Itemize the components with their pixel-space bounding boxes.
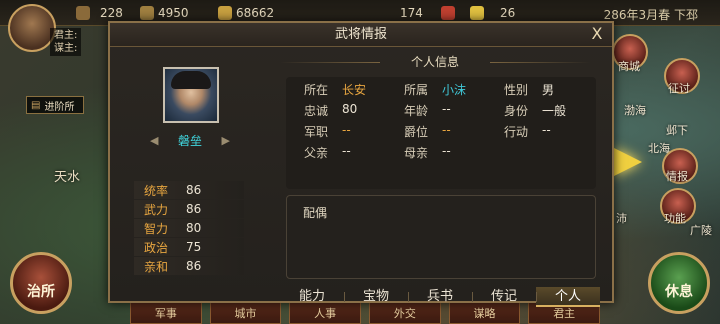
info-row: 忠诚 80 年龄 -- 身份 一般: [304, 102, 567, 118]
token-icon: [470, 6, 484, 20]
stat-row: 智力 80: [134, 219, 244, 237]
general-summary: ◀ 磐垒 ▶ 统率 86 武力 86 智力 80 政治 75 亲和 86: [110, 49, 270, 303]
mother-value: --: [442, 144, 451, 158]
food-icon: [140, 6, 154, 20]
gold-counter: 68662: [218, 4, 274, 22]
lord-info: 君主: 谋主:: [50, 28, 82, 56]
menu-military[interactable]: 军事: [130, 302, 202, 324]
map-region-guangling: 广陵: [690, 224, 712, 237]
general-info-dialog: 武将情报 X ◀ 磐垒 ▶ 统率 86 武力 86 智力 80 政治 75 亲和…: [108, 21, 614, 307]
tab-biography[interactable]: 传记: [472, 287, 536, 307]
menu-city[interactable]: 城市: [209, 302, 282, 324]
map-region-bohai: 渤海: [624, 104, 646, 117]
map-region-yexia: 邺下: [666, 124, 688, 137]
location-value: 长安: [342, 83, 367, 97]
age-value: --: [442, 102, 451, 116]
ingot-counter: 174: [400, 4, 455, 22]
stat-row: 武力 86: [134, 200, 244, 218]
campaign-label: 征讨: [668, 82, 690, 95]
general-portrait: [163, 67, 219, 123]
function-label: 功能: [664, 212, 686, 225]
general-name: 磐垒: [177, 133, 202, 148]
token-counter: 26: [470, 4, 515, 22]
intel-label: 情报: [666, 170, 688, 183]
chevron-right-icon[interactable]: ▶: [222, 134, 230, 147]
rank-value: --: [442, 123, 451, 137]
close-button[interactable]: X: [588, 25, 606, 43]
general-name-row: ◀ 磐垒 ▶: [150, 131, 230, 149]
father-value: --: [342, 144, 351, 158]
info-row: 所在 长安 所属 小沫 性别男: [304, 83, 555, 97]
lord-avatar[interactable]: [8, 4, 56, 52]
advance-hall-button[interactable]: ▤ 进阶所: [26, 96, 84, 114]
ingot-icon[interactable]: [440, 6, 455, 20]
city-tianshui[interactable]: 天水: [54, 166, 80, 185]
stats-list: 统率 86 武力 86 智力 80 政治 75 亲和 86: [134, 181, 244, 276]
game-date: 286年3月春 下邳: [603, 8, 698, 22]
guide-arrow-icon: [614, 148, 642, 176]
faction-value: 小沫: [442, 83, 467, 97]
governance-button[interactable]: 治所: [10, 252, 72, 314]
info-row: 父亲 -- 母亲 --: [304, 144, 451, 160]
detail-tabs: 能力 宝物 兵书 传记 个人: [280, 287, 600, 307]
troops-icon: [76, 6, 90, 20]
action-value: --: [542, 123, 551, 137]
tab-treasure[interactable]: 宝物: [344, 287, 408, 307]
troops-counter: 228: [76, 4, 123, 22]
personal-info-grid: 所在 长安 所属 小沫 性别男 忠诚 80 年龄 -- 身份 一般 军职 -- 爵位 -- 行…: [304, 79, 604, 163]
status-value: 一般: [542, 104, 567, 118]
military-post-value: --: [342, 123, 351, 137]
dialog-title: 武将情报: [110, 23, 612, 47]
shop-label: 商城: [618, 60, 640, 73]
tab-ability[interactable]: 能力: [280, 287, 344, 307]
gold-icon: [218, 6, 232, 20]
general-detail-panel: 个人信息 所在 长安 所属 小沫 性别男 忠诚 80 年龄 -- 身份 一般 军职 -- 爵…: [270, 49, 600, 307]
tab-personal[interactable]: 个人: [536, 287, 600, 307]
map-region-pei: 沛: [616, 212, 627, 225]
rest-button[interactable]: 休息: [648, 252, 710, 314]
stat-row: 亲和 86: [134, 257, 244, 275]
spouse-label: 配偶: [303, 206, 328, 220]
gender-value: 男: [542, 83, 555, 97]
personal-info-box: 所在 长安 所属 小沫 性别男 忠诚 80 年龄 -- 身份 一般 军职 -- 爵位 -- 行…: [286, 77, 596, 189]
hall-icon: ▤: [31, 99, 41, 111]
loyalty-value: 80: [342, 102, 358, 116]
food-counter: 4950: [140, 4, 189, 22]
stat-row: 政治 75: [134, 238, 244, 256]
stat-row: 统率 86: [134, 181, 244, 199]
section-title: 个人信息: [270, 53, 600, 71]
info-row: 军职 -- 爵位 -- 行动 --: [304, 123, 551, 139]
tab-military-books[interactable]: 兵书: [408, 287, 472, 307]
spouse-box: 配偶: [286, 195, 596, 279]
chevron-left-icon[interactable]: ◀: [150, 134, 158, 147]
